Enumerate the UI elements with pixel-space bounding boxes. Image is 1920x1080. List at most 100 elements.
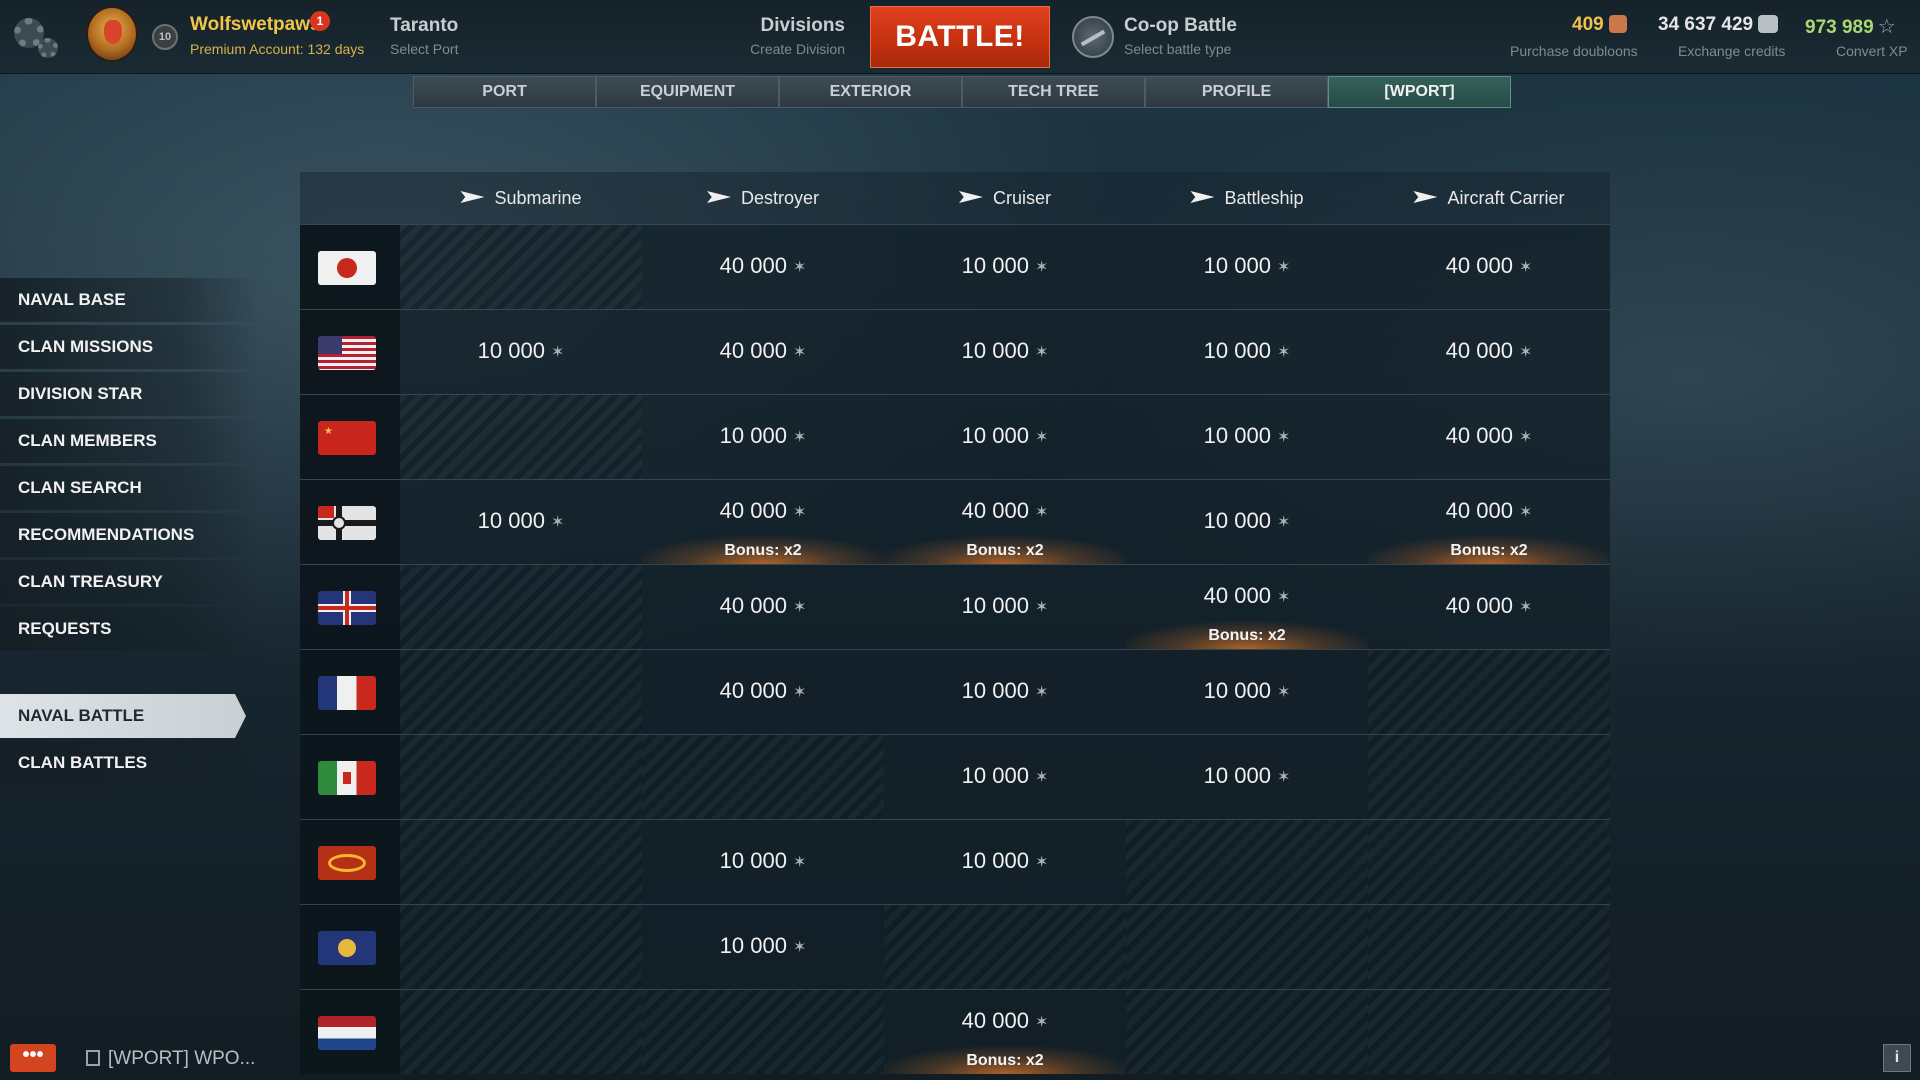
premium-account-status[interactable]: Premium Account: 132 days [190,41,364,57]
sidebar-item-clan-search[interactable]: CLAN SEARCH [0,466,260,510]
flag-france-icon [318,676,376,710]
flag-italy-icon [318,761,376,795]
sidebar-item-naval-base[interactable]: NAVAL BASE [0,278,260,322]
clan-sidebar: NAVAL BASE CLAN MISSIONS DIVISION STAR CLAN… [0,278,260,788]
settings-gear-icon[interactable] [10,14,62,60]
submarine-class-icon [460,191,485,203]
bonus-label: Bonus: x2 [966,1052,1044,1069]
reward-amount: 10 000 ✶ [400,508,642,534]
reward-cell-cruiser: 10 000 ✶ [884,225,1126,309]
clan-chat-channel[interactable]: [WPORT] WPO... [86,1048,255,1070]
doubloons-balance[interactable]: 409 [1572,14,1627,36]
reward-amount: 40 000 ✶ [1368,498,1610,524]
reward-value: 10 000 [961,253,1029,278]
player-avatar[interactable] [86,6,138,62]
reward-amount: 10 000 ✶ [1126,508,1368,534]
flag-netherlands-icon [318,1016,376,1050]
reward-cell-battleship: 10 000 ✶ [1126,650,1368,734]
nation-cell [300,820,400,904]
reward-value: 10 000 [477,338,545,363]
reward-value: 10 000 [719,423,787,448]
sidebar-item-requests[interactable]: REQUESTS [0,607,260,651]
destroyer-class-icon [706,191,731,203]
port-selector-hint[interactable]: Select Port [390,41,458,57]
reward-amount: 40 000 ✶ [1368,338,1610,364]
sidebar-item-naval-battle[interactable]: NAVAL BATTLE [0,694,246,738]
battle-button[interactable]: BATTLE! [870,6,1050,68]
sidebar-item-clan-treasury[interactable]: CLAN TREASURY [0,560,260,604]
free-xp-balance[interactable]: 973 989 ☆ [1805,14,1896,39]
sidebar-item-recommendations[interactable]: RECOMMENDATIONS [0,513,260,557]
divisions-button[interactable]: Divisions [761,15,845,37]
top-bar: 10 Wolfswetpaws 1 Premium Account: 132 d… [0,0,1920,74]
empty-cell-submarine [400,225,642,309]
exchange-credits-link[interactable]: Exchange credits [1678,43,1785,59]
table-row-japan: 40 000 ✶ 10 000 ✶ 10 000 ✶ 40 000 ✶ [300,224,1610,309]
reward-amount: 40 000 ✶ [1368,593,1610,619]
doubloons-value: 409 [1572,14,1604,35]
credits-balance[interactable]: 34 637 429 [1658,14,1779,36]
port-selector-name[interactable]: Taranto [390,15,458,37]
notification-badge[interactable]: 1 [310,11,330,31]
reward-amount: 10 000 ✶ [884,678,1126,704]
tab-wport[interactable]: [WPORT] [1328,76,1511,108]
aircraft-carrier-class-icon [1413,191,1438,203]
bonus-label: Bonus: x2 [1450,542,1528,559]
service-level-badge: 10 [152,24,178,50]
convert-xp-link[interactable]: Convert XP [1836,43,1908,59]
reward-value: 10 000 [719,933,787,958]
tab-exterior[interactable]: EXTERIOR [779,76,962,108]
bonus-label: Bonus: x2 [1208,627,1286,644]
oil-icon: ✶ [1276,344,1291,361]
reward-cell-battleship: 40 000 ✶ Bonus: x2 [1126,565,1368,649]
chat-button[interactable]: ••• [10,1044,56,1072]
reward-amount: 10 000 ✶ [884,593,1126,619]
reward-amount: 10 000 ✶ [642,933,884,959]
battle-type-icon[interactable] [1072,16,1114,58]
empty-cell-submarine [400,990,642,1074]
oil-icon: ✶ [1276,514,1291,531]
oil-icon: ✶ [1518,504,1533,521]
reward-amount: 40 000 ✶ [1126,583,1368,609]
reward-value: 40 000 [719,678,787,703]
tab-profile[interactable]: PROFILE [1145,76,1328,108]
create-division-hint[interactable]: Create Division [750,41,845,57]
reward-cell-battleship: 10 000 ✶ [1126,480,1368,564]
reward-value: 40 000 [719,593,787,618]
tab-port[interactable]: PORT [413,76,596,108]
port-tabs: PORT EQUIPMENT EXTERIOR TECH TREE PROFILE [WP… [413,76,1511,108]
oil-icon: ✶ [1518,344,1533,361]
empty-cell-submarine [400,650,642,734]
battleship-class-icon [1190,191,1215,203]
oil-icon: ✶ [550,514,565,531]
flag-usa-icon [318,336,376,370]
reward-cell-cruiser: 10 000 ✶ [884,395,1126,479]
column-header-label: Battleship [1224,188,1304,208]
sidebar-item-division-star[interactable]: DIVISION STAR [0,372,260,416]
nation-cell [300,310,400,394]
tab-tech-tree[interactable]: TECH TREE [962,76,1145,108]
empty-cell-submarine [400,905,642,989]
oil-icon: ✶ [792,504,807,521]
doubloon-icon [1608,15,1627,33]
nation-cell [300,650,400,734]
reward-amount: 10 000 ✶ [1126,763,1368,789]
credits-value: 34 637 429 [1658,14,1754,35]
battle-type-name[interactable]: Co-op Battle [1124,15,1237,37]
oil-icon: ✶ [792,429,807,446]
flag-europe-icon [318,931,376,965]
reward-cell-cruiser: 10 000 ✶ [884,310,1126,394]
reward-value: 40 000 [961,498,1029,523]
info-button[interactable]: i [1883,1044,1911,1072]
oil-icon: ✶ [550,344,565,361]
battle-type-hint[interactable]: Select battle type [1124,41,1231,57]
column-header-aircraft-carrier: Aircraft Carrier [1368,172,1610,224]
purchase-doubloons-link[interactable]: Purchase doubloons [1510,43,1638,59]
sidebar-item-clan-members[interactable]: CLAN MEMBERS [0,419,260,463]
player-name[interactable]: Wolfswetpaws [190,14,321,36]
reward-value: 40 000 [1445,423,1513,448]
tab-equipment[interactable]: EQUIPMENT [596,76,779,108]
sidebar-item-clan-missions[interactable]: CLAN MISSIONS [0,325,260,369]
sidebar-item-clan-battles[interactable]: CLAN BATTLES [0,741,260,785]
reward-cell-submarine: 10 000 ✶ [400,480,642,564]
